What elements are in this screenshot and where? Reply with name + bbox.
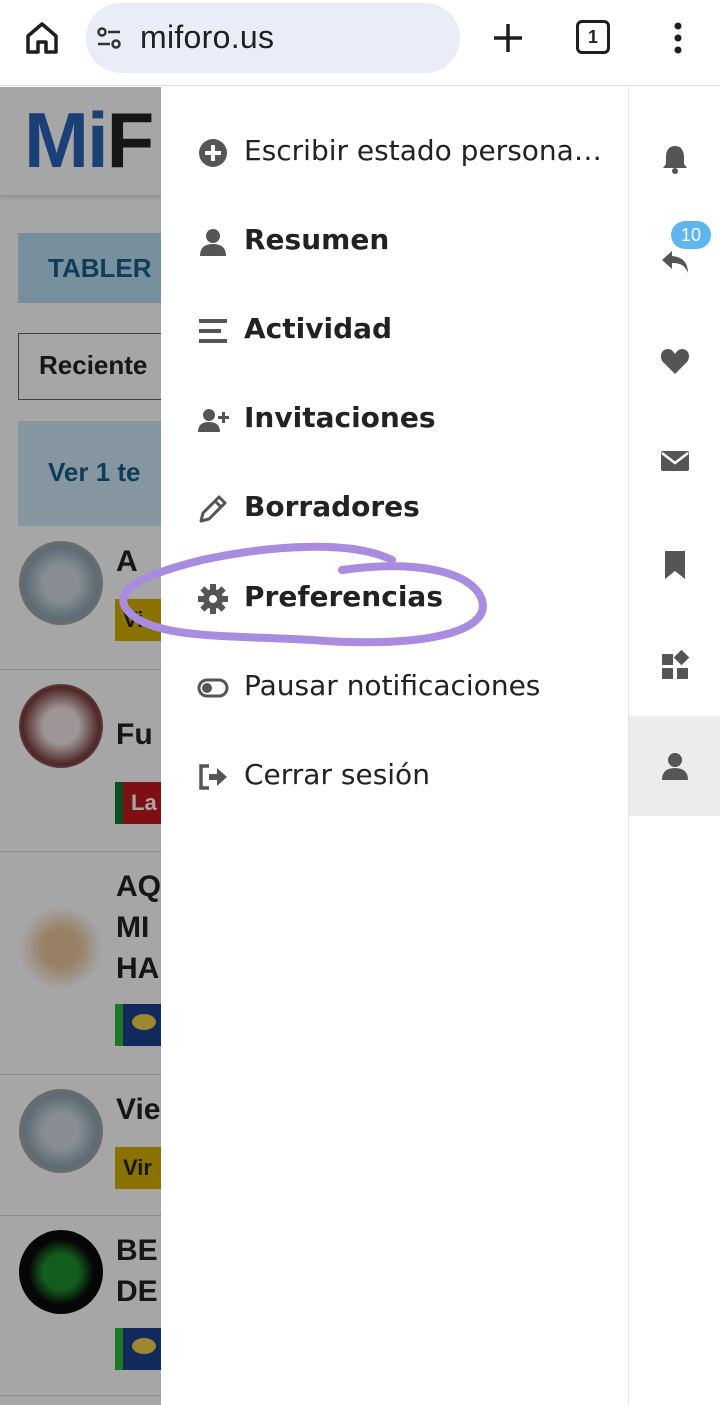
menu-item-label: Actividad <box>244 312 393 345</box>
home-icon[interactable] <box>22 18 62 58</box>
bell-icon <box>663 146 687 174</box>
heart-icon <box>660 349 690 374</box>
profile-tab[interactable] <box>629 716 720 816</box>
menu-item-actividad[interactable]: Actividad <box>161 301 628 361</box>
list-icon <box>199 319 227 343</box>
menu-item-status[interactable]: Escribir estado persona… <box>161 123 628 183</box>
menu-item-label: Escribir estado persona… <box>244 134 602 167</box>
envelope-icon <box>661 451 689 471</box>
address-bar[interactable]: miforo.us <box>86 3 460 73</box>
toggle-icon <box>197 678 229 698</box>
user-menu-panel: Escribir estado persona… Resumen Activid… <box>161 87 628 1405</box>
menu-item-label: Resumen <box>244 223 390 256</box>
sign-out-icon <box>199 764 227 790</box>
user-icon <box>200 229 226 256</box>
menu-item-label: Borradores <box>244 490 420 523</box>
site-settings-icon[interactable] <box>94 23 124 53</box>
user-plus-icon <box>198 409 229 432</box>
reply-count-badge: 10 <box>671 221 711 249</box>
plus-circle-icon <box>199 139 227 167</box>
menu-item-cerrar-sesion[interactable]: Cerrar sesión <box>161 747 628 807</box>
new-tab-icon[interactable] <box>488 18 528 58</box>
bookmark-icon <box>665 551 685 579</box>
pencil-icon <box>199 495 227 523</box>
notifications-tab[interactable] <box>629 109 720 209</box>
browser-toolbar: miforo.us 1 <box>0 0 720 86</box>
menu-item-preferencias[interactable]: Preferencias <box>161 569 628 629</box>
menu-item-label: Preferencias <box>244 580 443 613</box>
more-menu-icon[interactable] <box>660 18 696 58</box>
widgets-tab[interactable] <box>629 615 720 715</box>
widgets-icon <box>662 649 690 679</box>
reply-icon <box>662 251 688 273</box>
tab-switcher-button[interactable]: 1 <box>576 20 610 54</box>
menu-item-borradores[interactable]: Borradores <box>161 479 628 539</box>
menu-item-resumen[interactable]: Resumen <box>161 212 628 272</box>
user-icon <box>662 753 688 780</box>
menu-item-label: Cerrar sesión <box>244 758 430 791</box>
gear-icon <box>198 584 228 614</box>
menu-item-pausar[interactable]: Pausar notificaciones <box>161 658 628 718</box>
url-text[interactable]: miforo.us <box>140 19 274 56</box>
bookmarks-tab[interactable] <box>629 515 720 615</box>
likes-tab[interactable] <box>629 311 720 411</box>
menu-item-invitaciones[interactable]: Invitaciones <box>161 390 628 450</box>
user-menu-rail: 10 <box>628 87 720 1405</box>
messages-tab[interactable] <box>629 411 720 511</box>
menu-item-label: Invitaciones <box>244 401 436 434</box>
menu-item-label: Pausar notificaciones <box>244 669 541 702</box>
